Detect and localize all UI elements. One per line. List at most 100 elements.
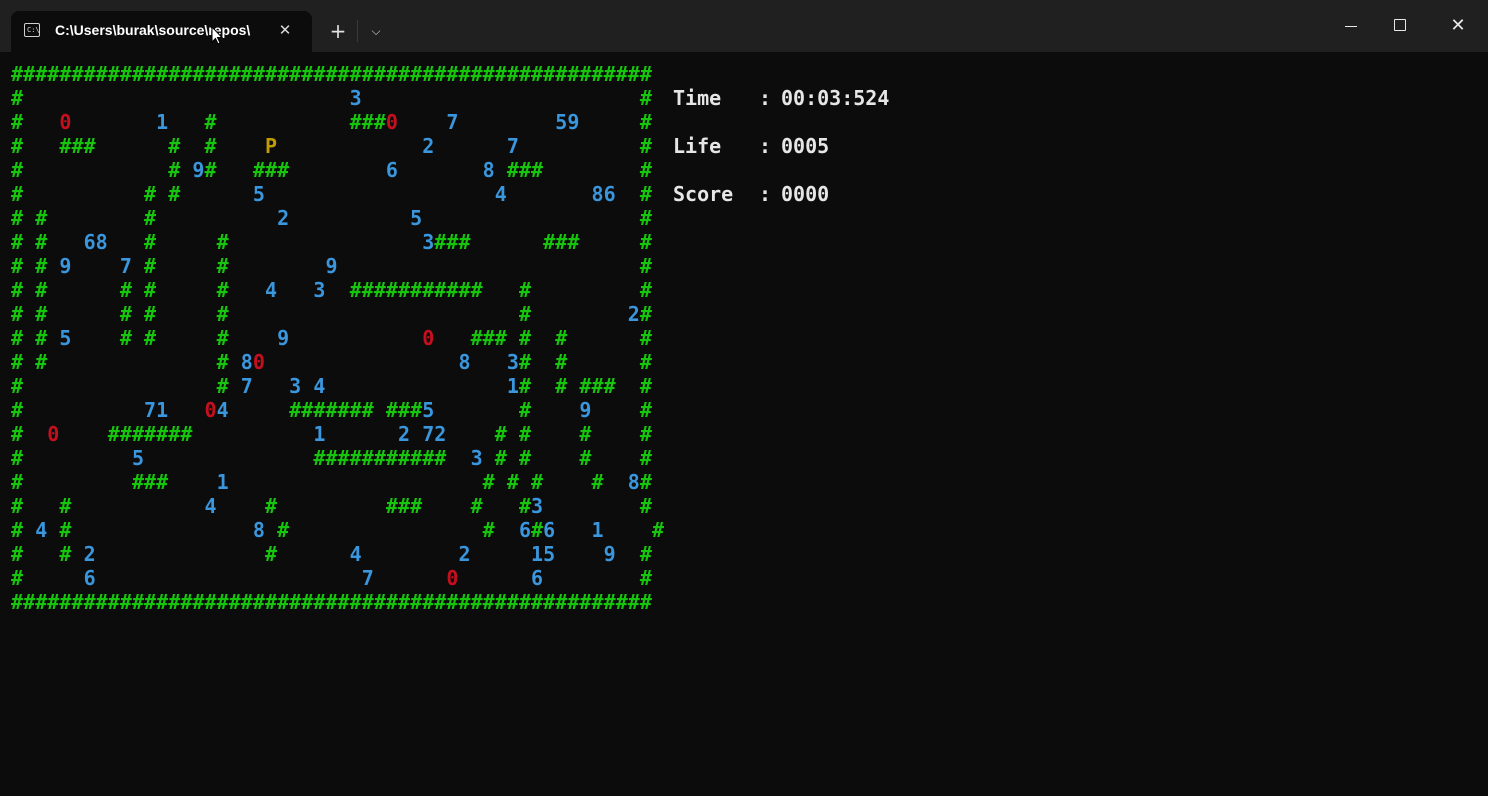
empty-cell <box>628 86 640 110</box>
empty-cell <box>471 182 483 206</box>
empty-cell <box>446 446 458 470</box>
wall-tile: # <box>410 62 423 86</box>
empty-cell <box>519 110 531 134</box>
empty-cell <box>543 278 555 302</box>
empty-cell <box>374 542 386 566</box>
empty-cell <box>507 230 519 254</box>
wall-tile: # <box>506 158 519 182</box>
empty-cell <box>519 542 531 566</box>
empty-cell <box>458 110 470 134</box>
wall-tile: # <box>35 254 48 278</box>
empty-cell <box>253 110 265 134</box>
empty-cell <box>241 206 253 230</box>
wall-tile: # <box>216 350 229 374</box>
chevron-down-icon[interactable]: ⌵ <box>366 20 386 42</box>
empty-cell <box>301 230 313 254</box>
wall-tile: # <box>543 230 556 254</box>
wall-tile: # <box>385 446 398 470</box>
wall-tile: # <box>470 590 483 614</box>
empty-cell <box>338 470 350 494</box>
maximize-button[interactable] <box>1377 6 1423 46</box>
empty-cell <box>192 278 204 302</box>
empty-cell <box>192 182 204 206</box>
wall-tile: # <box>216 62 229 86</box>
empty-cell <box>422 542 434 566</box>
empty-cell <box>180 158 192 182</box>
empty-cell <box>229 518 241 542</box>
map-row: # 0 ####### 1 2 72 # # # # <box>11 422 664 446</box>
empty-cell <box>471 374 483 398</box>
empty-cell <box>362 350 374 374</box>
minimize-button[interactable] <box>1328 6 1374 46</box>
empty-cell <box>386 326 398 350</box>
wall-tile: # <box>555 230 568 254</box>
empty-cell <box>338 302 350 326</box>
close-tab-icon[interactable]: ✕ <box>275 19 295 41</box>
empty-cell <box>23 326 35 350</box>
empty-cell <box>434 302 446 326</box>
empty-cell <box>84 182 96 206</box>
empty-cell <box>132 374 144 398</box>
close-window-button[interactable]: ✕ <box>1435 6 1481 46</box>
empty-cell <box>374 566 386 590</box>
wall-tile: # <box>144 62 157 86</box>
empty-cell <box>23 374 35 398</box>
wall-tile: # <box>204 110 217 134</box>
number-tile: 3 <box>289 374 302 398</box>
wall-tile: # <box>35 206 48 230</box>
empty-cell <box>241 134 253 158</box>
empty-cell <box>96 350 108 374</box>
empty-cell <box>567 398 579 422</box>
empty-cell <box>253 446 265 470</box>
empty-cell <box>23 422 35 446</box>
wall-tile: # <box>180 590 193 614</box>
wall-tile: # <box>180 62 193 86</box>
empty-cell <box>277 182 289 206</box>
empty-cell <box>471 158 483 182</box>
empty-cell <box>483 182 495 206</box>
empty-cell <box>23 110 35 134</box>
map-row: # # # 2 5 # <box>11 206 664 230</box>
wall-tile: # <box>168 134 181 158</box>
new-tab-button[interactable]: + <box>326 18 350 44</box>
wall-tile: # <box>422 278 435 302</box>
empty-cell <box>265 254 277 278</box>
wall-tile: # <box>639 374 652 398</box>
empty-cell <box>35 182 47 206</box>
wall-tile: # <box>361 62 374 86</box>
empty-cell <box>96 542 108 566</box>
wall-tile: # <box>156 422 169 446</box>
empty-cell <box>483 398 495 422</box>
number-tile: 8 <box>252 518 265 542</box>
wall-tile: # <box>567 590 580 614</box>
empty-cell <box>84 326 96 350</box>
empty-cell <box>217 518 229 542</box>
number-tile: 8 <box>627 470 640 494</box>
empty-cell <box>96 518 108 542</box>
number-tile: 4 <box>349 542 362 566</box>
close-icon: ✕ <box>1450 15 1466 36</box>
empty-cell <box>362 518 374 542</box>
empty-cell <box>458 494 470 518</box>
wall-tile: # <box>518 326 531 350</box>
empty-cell <box>555 158 567 182</box>
empty-cell <box>241 182 253 206</box>
empty-cell <box>507 302 519 326</box>
empty-cell <box>555 278 567 302</box>
empty-cell <box>495 470 507 494</box>
empty-cell <box>471 398 483 422</box>
wall-tile: # <box>361 398 374 422</box>
empty-cell <box>398 302 410 326</box>
wall-tile: # <box>107 590 120 614</box>
number-tile: 9 <box>59 254 72 278</box>
empty-cell <box>96 278 108 302</box>
empty-cell <box>35 158 47 182</box>
empty-cell <box>96 206 108 230</box>
number-tile: 7 <box>422 422 435 446</box>
empty-cell <box>410 110 422 134</box>
terminal-area[interactable]: ########################################… <box>0 52 1488 796</box>
empty-cell <box>471 542 483 566</box>
terminal-tab[interactable]: C:\ C:\Users\burak\source\repos\ ✕ <box>11 11 312 52</box>
wall-tile: # <box>11 206 24 230</box>
empty-cell <box>543 566 555 590</box>
